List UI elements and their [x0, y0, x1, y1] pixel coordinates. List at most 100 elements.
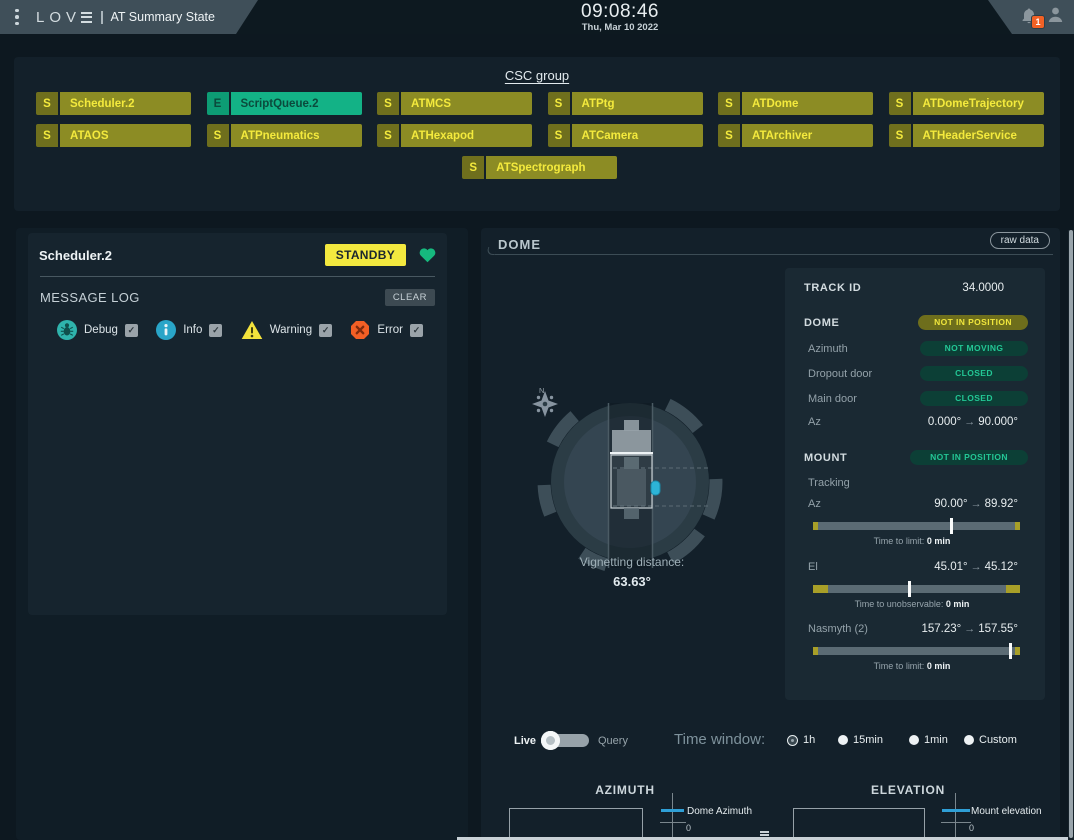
error-checkbox[interactable]: ✓	[410, 324, 423, 337]
logo-separator	[101, 11, 103, 24]
csc-button-atarchiver[interactable]: SATArchiver	[718, 124, 873, 147]
error-icon	[350, 320, 370, 340]
csc-button-label: ATPtg	[572, 92, 703, 115]
csc-button-atpneumatics[interactable]: SATPneumatics	[207, 124, 362, 147]
radio-15min[interactable]: 15min	[838, 734, 883, 746]
csc-button-label: ATMCS	[401, 92, 532, 115]
live-query-toggle[interactable]	[543, 734, 589, 747]
mount-el-limit-slider	[813, 585, 1020, 593]
csc-button-athexapod[interactable]: SATHexapod	[377, 124, 532, 147]
menu-kebab-icon[interactable]	[10, 9, 24, 26]
csc-button-atptg[interactable]: SATPtg	[548, 92, 703, 115]
main-door-label: Main door	[804, 393, 920, 405]
csc-state-badge: E	[207, 92, 229, 115]
info-icon	[156, 320, 176, 340]
dropout-door-label: Dropout door	[804, 368, 920, 380]
filter-label: Warning	[270, 324, 312, 336]
csc-group-panel: CSC group SScheduler.2 EScriptQueue.2 SA…	[14, 57, 1060, 211]
user-icon[interactable]	[1047, 6, 1064, 29]
radio-button[interactable]	[787, 735, 798, 746]
azimuth-status-badge: NOT MOVING	[920, 341, 1028, 356]
csc-state-badge: S	[889, 92, 911, 115]
clock: 09:08:46 Thu, Mar 10 2022	[540, 2, 700, 33]
csc-button-label: ScriptQueue.2	[231, 92, 362, 115]
csc-state-badge: S	[462, 156, 484, 179]
scrollbar-thumb[interactable]	[1069, 230, 1074, 838]
mount-el-label: El	[804, 561, 934, 573]
radio-custom[interactable]: Custom	[964, 734, 1017, 746]
mount-az-limit-slider	[813, 522, 1020, 530]
dome-panel-title: DOME	[498, 237, 541, 252]
azimuth-legend-label: Dome Azimuth	[687, 806, 752, 817]
time-window-label: Time window:	[674, 731, 765, 748]
dome-azimuth-row: Azimuth NOT MOVING	[804, 341, 1028, 356]
csc-button-atheaderservice[interactable]: SATHeaderService	[889, 124, 1044, 147]
message-log-title: MESSAGE LOG	[40, 290, 385, 305]
warning-triangle-icon	[241, 320, 263, 340]
limit-label-text: Time to limit:	[874, 536, 925, 546]
clear-button[interactable]: CLEAR	[385, 289, 435, 306]
nasmyth-limit-slider	[813, 647, 1020, 655]
debug-bug-icon	[57, 320, 77, 340]
csc-button-atmcs[interactable]: SATMCS	[377, 92, 532, 115]
logo-e-icon	[81, 12, 92, 23]
filter-label: Debug	[84, 324, 118, 336]
mount-az-target: 89.92°	[985, 498, 1018, 510]
love-logo: LOV AT Summary State	[36, 9, 215, 26]
csc-button-atcamera[interactable]: SATCamera	[548, 124, 703, 147]
csc-state-badge: S	[718, 124, 740, 147]
warning-checkbox[interactable]: ✓	[319, 324, 332, 337]
csc-button-atdometrajectory[interactable]: SATDomeTrajectory	[889, 92, 1044, 115]
scheduler-column: Scheduler.2 STANDBY MESSAGE LOG CLEAR De…	[16, 228, 468, 840]
limit-value-text: 0 min	[927, 536, 951, 546]
csc-button-ataos[interactable]: SATAOS	[36, 124, 191, 147]
toggle-knob[interactable]	[541, 731, 560, 750]
csc-button-label: Scheduler.2	[60, 92, 191, 115]
scheduler-panel: Scheduler.2 STANDBY MESSAGE LOG CLEAR De…	[28, 233, 447, 615]
position-marker	[950, 518, 953, 534]
radio-button[interactable]	[909, 735, 919, 745]
filter-info: Info ✓	[156, 320, 222, 340]
scheduler-header: Scheduler.2 STANDBY	[39, 244, 436, 266]
notifications-bell-icon[interactable]: 1	[1020, 7, 1038, 27]
limit-zone	[813, 647, 818, 655]
azimuth-legend-tick: 0	[686, 823, 691, 833]
csc-state-badge: S	[36, 124, 58, 147]
csc-button-scheduler2[interactable]: SScheduler.2	[36, 92, 191, 115]
radio-button[interactable]	[964, 735, 974, 745]
filter-warning: Warning ✓	[241, 320, 332, 340]
header-underline	[495, 254, 1053, 255]
dropout-door-status-badge: CLOSED	[920, 366, 1028, 381]
raw-data-button[interactable]: raw data	[990, 232, 1050, 249]
radio-1h[interactable]: 1h	[787, 734, 815, 746]
radio-label: 1h	[803, 734, 815, 746]
track-id-value: 34.0000	[962, 282, 1004, 294]
csc-button-atspectrograph[interactable]: SATSpectrograph	[462, 156, 617, 179]
compass-north-label: N	[539, 386, 544, 395]
nasmyth-current: 157.23°	[921, 623, 961, 635]
info-checkbox[interactable]: ✓	[209, 324, 222, 337]
arrow-icon: →	[961, 416, 978, 428]
mount-az-label: Az	[804, 498, 934, 510]
csc-group-title: CSC group	[14, 68, 1060, 83]
csc-button-scriptqueue2[interactable]: EScriptQueue.2	[207, 92, 362, 115]
logo-text: LOV	[36, 9, 81, 26]
dome-position-status-badge: NOT IN POSITION	[918, 315, 1028, 330]
log-level-filters: Debug ✓ Info ✓ Warning ✓ Error ✓	[39, 320, 436, 340]
vignetting-distance-label: Vignetting distance:	[532, 555, 732, 569]
filter-label: Error	[377, 324, 403, 336]
csc-button-atdome[interactable]: SATDome	[718, 92, 873, 115]
legend-axis-line	[955, 793, 956, 840]
radio-button[interactable]	[838, 735, 848, 745]
csc-button-label: ATAOS	[60, 124, 191, 147]
filter-label: Info	[183, 324, 202, 336]
csc-button-label: ATHexapod	[401, 124, 532, 147]
debug-checkbox[interactable]: ✓	[125, 324, 138, 337]
limit-zone	[813, 522, 818, 530]
nasmyth-time-to-limit: Time to limit: 0 min	[804, 661, 1020, 671]
tracking-label: Tracking	[804, 477, 1028, 489]
track-id-label: TRACK ID	[804, 282, 962, 294]
mount-el-current: 45.01°	[934, 561, 967, 573]
csc-button-label: ATHeaderService	[913, 124, 1044, 147]
radio-1min[interactable]: 1min	[909, 734, 948, 746]
